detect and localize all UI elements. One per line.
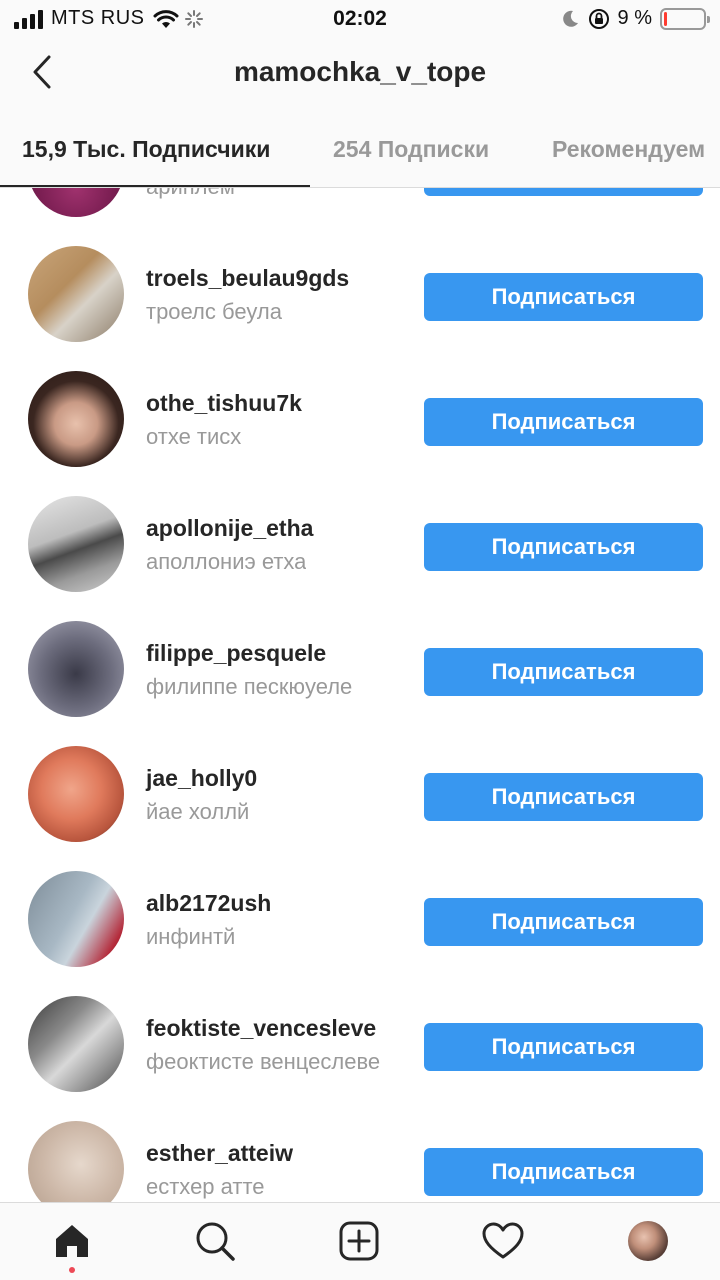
avatar[interactable]	[28, 246, 124, 342]
list-item[interactable]: troels_beulau9gds троелс беула Подписать…	[0, 231, 720, 356]
list-item[interactable]: othe_tishuu7k отхе тисх Подписаться	[0, 356, 720, 481]
avatar[interactable]	[28, 621, 124, 717]
tab-recommended[interactable]: Рекомендуем	[552, 136, 705, 163]
username[interactable]: feoktiste_vencesleve	[146, 1015, 376, 1042]
profile-avatar	[628, 1221, 668, 1261]
avatar[interactable]	[28, 871, 124, 967]
nav-home[interactable]	[48, 1217, 96, 1273]
username[interactable]: esther_atteiw	[146, 1140, 293, 1167]
activity-spinner-icon	[184, 9, 203, 28]
status-left: MTS RUS	[14, 7, 203, 30]
header: mamochka_v_tope	[0, 40, 720, 116]
username[interactable]: othe_tishuu7k	[146, 390, 302, 417]
full-name: ариплем	[146, 188, 235, 200]
battery-percent: 9 %	[617, 7, 652, 29]
list-item[interactable]: filippe_pesquele филиппе пескюуеле Подпи…	[0, 606, 720, 731]
avatar[interactable]	[28, 1121, 124, 1202]
full-name: отхе тисх	[146, 424, 242, 449]
signal-icon	[14, 9, 43, 29]
follow-button[interactable]: Подписаться	[424, 188, 703, 196]
active-tab-indicator	[0, 185, 310, 187]
list-item[interactable]: alb2172ush инфинтй Подписаться	[0, 856, 720, 981]
page-title: mamochka_v_tope	[233, 56, 487, 87]
list-item[interactable]: apollonije_etha аполлониэ етха Подписать…	[0, 481, 720, 606]
nav-search[interactable]	[191, 1217, 239, 1265]
battery-level	[664, 11, 667, 26]
nav-profile[interactable]	[624, 1217, 672, 1265]
avatar[interactable]	[28, 496, 124, 592]
follow-button[interactable]: Подписаться	[424, 1148, 703, 1196]
follow-button[interactable]: Подписаться	[424, 523, 703, 571]
full-name: троелс беула	[146, 299, 282, 324]
status-right: 9 %	[560, 7, 710, 30]
avatar[interactable]	[28, 746, 124, 842]
plus-square-icon	[339, 1221, 379, 1261]
battery-icon	[660, 7, 710, 30]
list-item[interactable]: ариплем Подписаться	[0, 188, 720, 231]
list-item[interactable]: feoktiste_vencesleve феоктисте венцеслев…	[0, 981, 720, 1106]
follow-button[interactable]: Подписаться	[424, 898, 703, 946]
tab-bar: 15,9 Тыс. Подписчики 254 Подписки Рекоме…	[0, 116, 720, 188]
carrier-name: MTS RUS	[51, 7, 145, 29]
username[interactable]: filippe_pesquele	[146, 640, 326, 667]
username[interactable]: alb2172ush	[146, 890, 271, 917]
username[interactable]: jae_holly0	[146, 765, 257, 792]
bottom-nav	[0, 1202, 720, 1280]
wifi-icon	[153, 9, 178, 28]
username[interactable]: apollonije_etha	[146, 515, 313, 542]
moon-icon	[562, 10, 578, 27]
status-bar: MTS RUS 02:02 9 %	[0, 0, 720, 40]
full-name: феоктисте венцеслеве	[146, 1049, 381, 1074]
follow-button[interactable]: Подписаться	[424, 773, 703, 821]
home-icon	[56, 1225, 88, 1257]
list-item[interactable]: esther_atteiw естхер атте Подписаться	[0, 1106, 720, 1202]
follow-button[interactable]: Подписаться	[424, 398, 703, 446]
full-name: йае холлй	[146, 799, 250, 824]
full-name: инфинтй	[146, 924, 236, 949]
list-item[interactable]: jae_holly0 йае холлй Подписаться	[0, 731, 720, 856]
follow-button[interactable]: Подписаться	[424, 1023, 703, 1071]
nav-add[interactable]	[335, 1217, 383, 1265]
avatar[interactable]	[28, 371, 124, 467]
heart-icon	[482, 1222, 524, 1259]
full-name: филиппе пескюуеле	[146, 674, 353, 699]
search-icon	[196, 1222, 235, 1261]
rotation-lock-icon	[588, 8, 609, 29]
avatar[interactable]	[28, 996, 124, 1092]
avatar[interactable]	[28, 188, 124, 217]
followers-list[interactable]: ариплем Подписаться troels_beulau9gds тр…	[0, 188, 720, 1202]
username[interactable]: troels_beulau9gds	[146, 265, 349, 292]
tab-followers[interactable]: 15,9 Тыс. Подписчики	[22, 136, 270, 163]
nav-activity[interactable]	[479, 1217, 527, 1265]
full-name: естхер атте	[146, 1174, 265, 1199]
tab-following[interactable]: 254 Подписки	[333, 136, 489, 163]
follow-button[interactable]: Подписаться	[424, 648, 703, 696]
full-name: аполлониэ етха	[146, 549, 307, 574]
notification-dot	[69, 1267, 75, 1273]
follow-button[interactable]: Подписаться	[424, 273, 703, 321]
